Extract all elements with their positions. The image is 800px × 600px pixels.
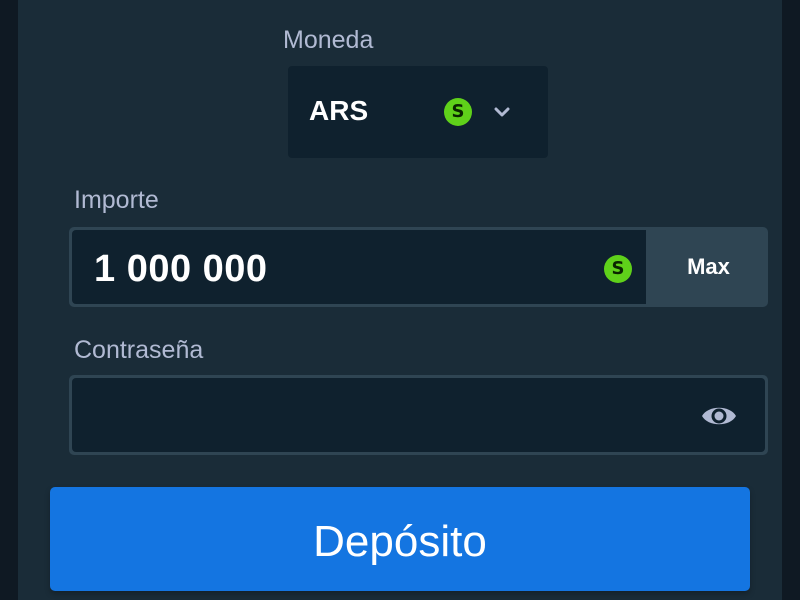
password-input[interactable] <box>72 378 765 452</box>
currency-label: Moneda <box>283 26 374 54</box>
amount-input-group: 1 000 000 S Max <box>69 227 768 307</box>
currency-code: ARS <box>309 95 369 126</box>
currency-select[interactable]: ARS S <box>288 66 548 158</box>
amount-label: Importe <box>74 186 159 214</box>
password-label: Contraseña <box>74 336 204 364</box>
password-input-group <box>69 375 768 455</box>
chevron-down-icon <box>494 107 510 117</box>
amount-coin-icon: S <box>604 255 632 283</box>
amount-input[interactable]: 1 000 000 S <box>72 230 646 304</box>
amount-value: 1 000 000 <box>94 248 268 290</box>
eye-icon[interactable] <box>700 402 738 430</box>
deposit-button[interactable]: Depósito <box>50 487 750 591</box>
max-button[interactable]: Max <box>649 227 768 307</box>
currency-coin-icon: S <box>444 98 472 126</box>
